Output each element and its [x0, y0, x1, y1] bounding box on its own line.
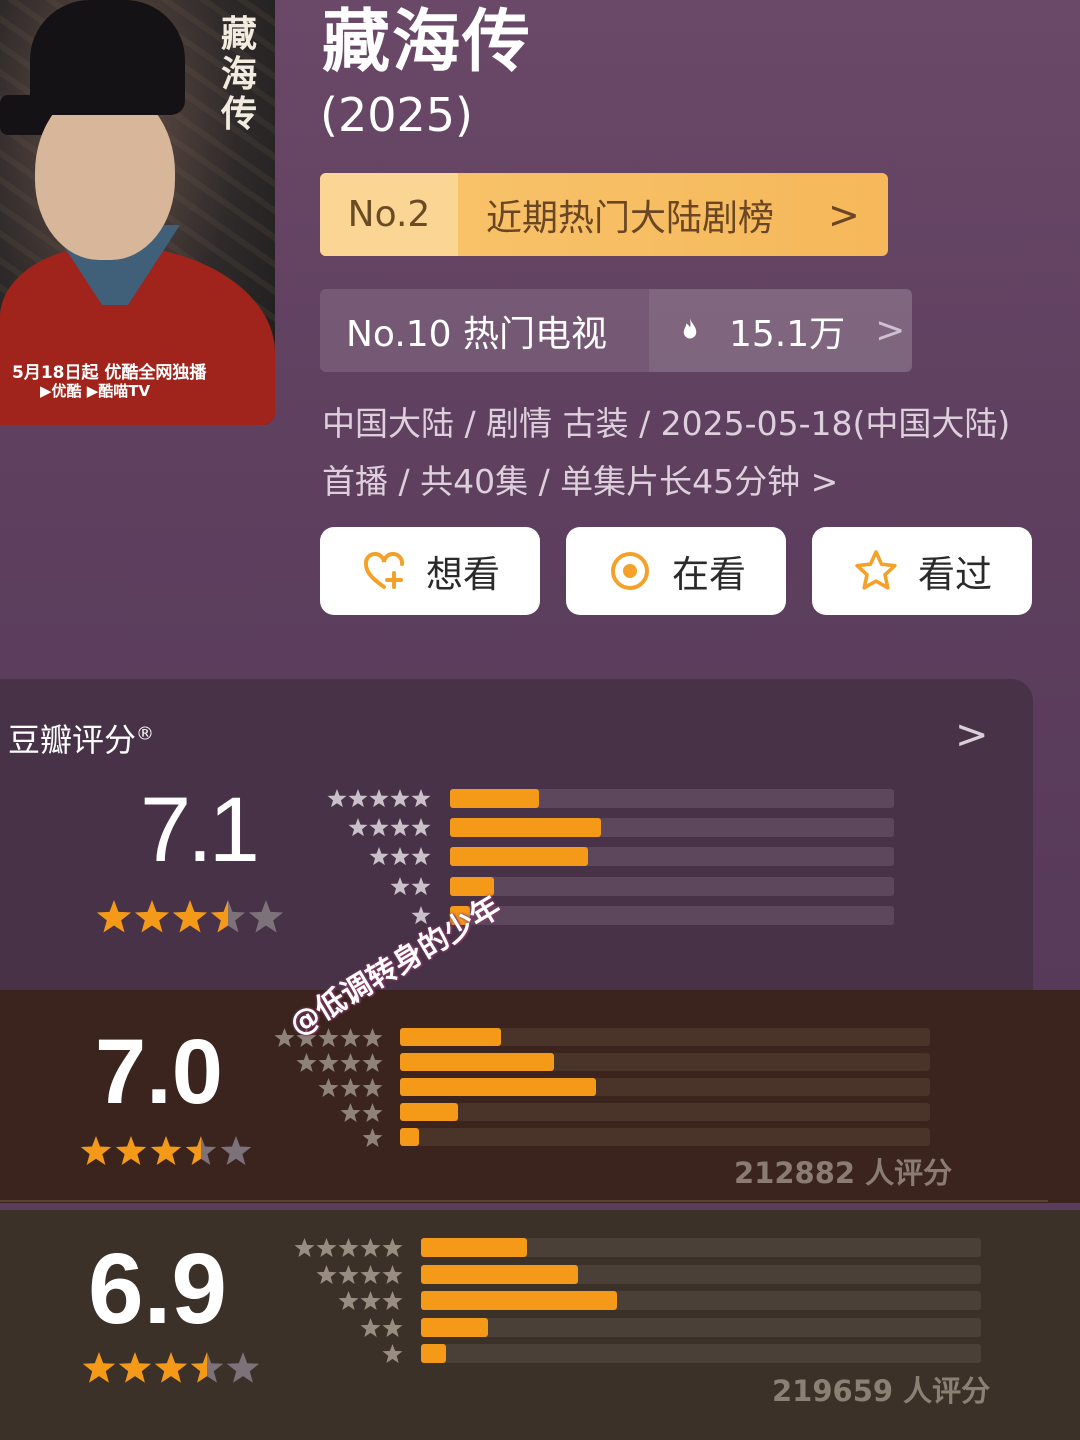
distribution-bar-track	[421, 1264, 981, 1284]
meta-line-2[interactable]: 首播 / 共40集 / 单集片长45分钟 >	[322, 455, 838, 503]
star-icon	[190, 1352, 224, 1383]
distribution-bar-track	[421, 1344, 981, 1363]
star-icon	[96, 900, 132, 933]
distribution-bar-track	[400, 1103, 930, 1121]
heat-indicator: 15.1万 >	[649, 289, 912, 372]
distribution-star-label	[316, 1264, 403, 1284]
rating-title-text: 豆瓣评分	[8, 721, 137, 759]
distribution-bar-track	[450, 789, 894, 808]
distribution-bar	[421, 1344, 447, 1363]
distribution-bar	[450, 818, 601, 838]
registered-mark: ®	[136, 723, 155, 745]
divider	[0, 1200, 1048, 1202]
star-icon	[134, 900, 170, 933]
star-icon	[150, 1136, 182, 1165]
distribution-star-label	[360, 1317, 403, 1337]
chevron-right-icon[interactable]: >	[955, 712, 989, 758]
rating-score: 7.0	[95, 1021, 223, 1123]
distribution-bar-track	[421, 1317, 981, 1337]
watched-label: 看过	[918, 553, 992, 596]
distribution-star-label	[369, 847, 431, 866]
rating-score: 7.1	[140, 779, 260, 881]
rating-stars	[82, 1352, 262, 1386]
distribution-bar	[450, 847, 588, 867]
distribution-bar	[450, 789, 539, 808]
poster-image[interactable]: 藏海传 5月18日起 优酷全网独播 ▶优酷 ▶酷喵TV	[0, 0, 275, 425]
rating-score: 6.9	[88, 1233, 228, 1345]
rank-badge-secondary[interactable]: No.10 热门电视 15.1万 >	[320, 289, 912, 372]
distribution-bar	[400, 1028, 501, 1046]
watching-button[interactable]: 在看	[566, 527, 786, 615]
watched-button[interactable]: 看过	[812, 527, 1032, 615]
distribution-star-label	[348, 818, 431, 837]
distribution-bar-track	[400, 1053, 930, 1071]
poster-calligraphy: 藏海传	[220, 13, 257, 135]
rank-label: No.10 热门电视	[346, 313, 608, 355]
distribution-bar-track	[400, 1028, 930, 1046]
star-icon	[185, 1136, 217, 1165]
rank-badge-primary[interactable]: No.2 近期热门大陆剧榜 >	[320, 173, 888, 256]
rating-count: 212882 人评分	[734, 1156, 953, 1190]
meta-line-1: 中国大陆 / 剧情 古装 / 2025-05-18(中国大陆)	[322, 404, 1011, 443]
star-icon	[210, 900, 246, 933]
rating-stars	[80, 1136, 255, 1168]
douban-rating-title: 豆瓣评分®	[8, 715, 154, 761]
star-icon	[115, 1136, 147, 1165]
distribution-bar	[421, 1317, 489, 1337]
distribution-bar	[421, 1264, 578, 1284]
distribution-star-label	[338, 1291, 403, 1310]
rank-label: 近期热门大陆剧榜	[486, 197, 775, 239]
distribution-bar-track	[450, 818, 894, 838]
flame-icon	[683, 318, 697, 338]
distribution-bar-track	[450, 905, 894, 925]
show-title: 藏海传	[322, 3, 533, 82]
distribution-star-label	[340, 1103, 383, 1122]
distribution-bar	[421, 1291, 617, 1310]
rating-stars	[96, 900, 286, 936]
circle-dot-icon	[611, 552, 649, 590]
want-to-watch-label: 想看	[426, 553, 500, 596]
heart-plus-icon	[363, 552, 405, 589]
star-icon	[226, 1352, 260, 1383]
watching-label: 在看	[672, 553, 746, 596]
star-icon	[172, 900, 208, 933]
chevron-right-icon: >	[875, 310, 906, 351]
star-icon	[118, 1352, 152, 1383]
star-icon	[248, 900, 284, 933]
want-to-watch-button[interactable]: 想看	[320, 527, 540, 615]
distribution-star-label	[382, 1344, 403, 1363]
distribution-bar-track	[400, 1128, 930, 1146]
distribution-bar	[400, 1128, 419, 1146]
distribution-bar	[400, 1078, 597, 1096]
distribution-star-label	[318, 1078, 383, 1097]
star-icon	[220, 1136, 252, 1165]
heat-value: 15.1万	[729, 313, 846, 355]
distribution-bar	[400, 1053, 554, 1071]
distribution-star-label	[274, 1028, 383, 1047]
star-icon	[80, 1136, 112, 1165]
star-icon	[82, 1352, 116, 1383]
poster-platforms: ▶优酷 ▶酷喵TV	[40, 382, 151, 400]
distribution-bar-track	[421, 1238, 981, 1257]
rating-count: 219659 人评分	[772, 1374, 991, 1408]
star-outline-icon	[855, 550, 897, 590]
distribution-bar	[421, 1238, 528, 1257]
distribution-bar-track	[421, 1291, 981, 1310]
distribution-star-label	[390, 876, 431, 895]
show-year: (2025)	[320, 88, 473, 142]
distribution-star-label	[294, 1238, 403, 1257]
distribution-star-label	[327, 789, 431, 808]
rank-number: No.2	[320, 173, 458, 256]
distribution-bar	[400, 1103, 459, 1121]
distribution-bar-track	[450, 847, 894, 867]
poster-hat	[30, 0, 185, 115]
star-icon	[154, 1352, 188, 1383]
distribution-bar-track	[450, 876, 894, 896]
distribution-star-label	[296, 1053, 383, 1072]
distribution-bar-track	[400, 1078, 930, 1096]
distribution-star-label	[362, 1128, 383, 1147]
chevron-right-icon: >	[828, 192, 860, 237]
